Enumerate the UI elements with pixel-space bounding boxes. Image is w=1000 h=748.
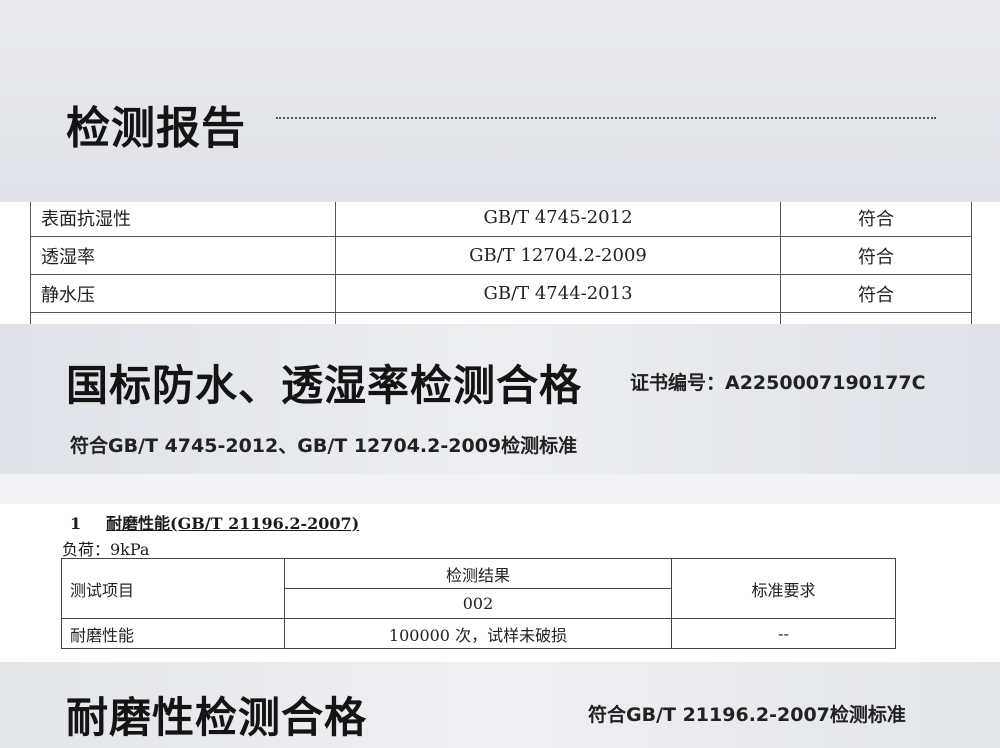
test-result: 符合 bbox=[780, 236, 972, 275]
report-heading: 检测报告 bbox=[66, 103, 246, 154]
test-item: 静水压 bbox=[30, 274, 336, 313]
table-row: 耐磨性能 100000 次，试样未破损 -- bbox=[61, 618, 896, 649]
header-test-item: 测试项目 bbox=[61, 558, 285, 619]
test-standard: GB/T 12704.2-2009 bbox=[335, 236, 781, 275]
header-sample-id: 002 bbox=[284, 588, 672, 619]
test-result: 符合 bbox=[780, 202, 972, 237]
abrasion-results-table: 测试项目 检测结果 标准要求 002 耐磨性能 100000 次，试样未破损 -… bbox=[61, 558, 896, 649]
abrasion-standards: 符合GB/T 21196.2-2007检测标准 bbox=[588, 704, 906, 726]
header-requirement: 标准要求 bbox=[671, 558, 896, 619]
certificate-number: 证书编号：A2250007190177C bbox=[630, 372, 926, 394]
test-item: 表面抗湿性 bbox=[30, 202, 336, 237]
table-row: 透湿率 GB/T 12704.2-2009 符合 bbox=[30, 236, 972, 275]
abrasion-section-title: 1 耐磨性能(GB/T 21196.2-2007) bbox=[70, 510, 359, 534]
waterproof-heading: 国标防水、透湿率检测合格 bbox=[66, 361, 583, 410]
test-item: 透湿率 bbox=[30, 236, 336, 275]
table-row bbox=[30, 312, 972, 324]
abrasion-heading: 耐磨性检测合格 bbox=[66, 693, 368, 742]
test-standard: GB/T 4745-2012 bbox=[335, 202, 781, 237]
test-standard: GB/T 4744-2013 bbox=[335, 274, 781, 313]
dotted-divider bbox=[276, 117, 936, 119]
test-result: 符合 bbox=[780, 274, 972, 313]
table-header-row: 测试项目 检测结果 标准要求 bbox=[61, 558, 896, 619]
load-value: 负荷：9kPa bbox=[62, 540, 150, 559]
row-test-result: 100000 次，试样未破损 bbox=[284, 618, 672, 649]
table-row: 表面抗湿性 GB/T 4745-2012 符合 bbox=[30, 202, 972, 237]
waterproof-results-table: 表面抗湿性 GB/T 4745-2012 符合 透湿率 GB/T 12704.2… bbox=[30, 202, 972, 324]
table-row: 静水压 GB/T 4744-2013 符合 bbox=[30, 274, 972, 313]
section-number: 1 bbox=[70, 514, 82, 533]
spacer-band bbox=[0, 474, 1000, 504]
row-test-item: 耐磨性能 bbox=[61, 618, 285, 649]
row-requirement: -- bbox=[671, 618, 896, 649]
report-excerpt-abrasion: 1 耐磨性能(GB/T 21196.2-2007) 负荷：9kPa 测试项目 检测… bbox=[0, 504, 1000, 662]
waterproof-standards: 符合GB/T 4745-2012、GB/T 12704.2-2009检测标准 bbox=[70, 435, 578, 457]
section-title-text: 耐磨性能(GB/T 21196.2-2007) bbox=[106, 514, 360, 533]
report-excerpt-waterproof: 表面抗湿性 GB/T 4745-2012 符合 透湿率 GB/T 12704.2… bbox=[0, 202, 1000, 324]
header-test-result: 检测结果 bbox=[284, 558, 672, 589]
